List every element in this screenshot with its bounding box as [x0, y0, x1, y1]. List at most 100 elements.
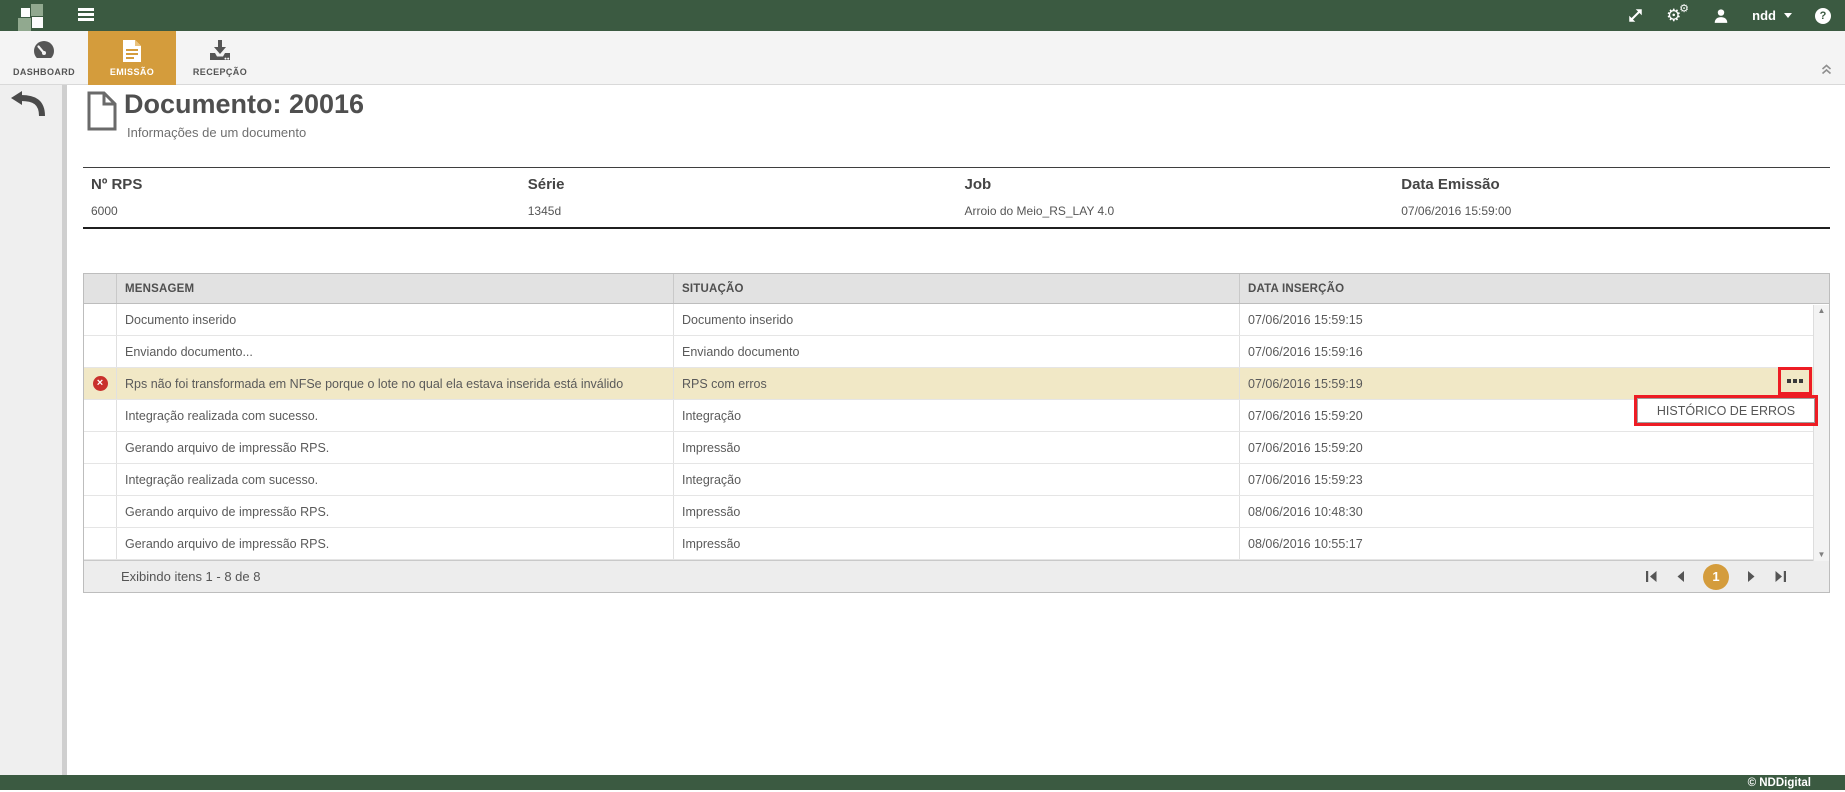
bottom-bar: © NDDigital [0, 775, 1845, 790]
next-page-icon[interactable] [1746, 570, 1757, 583]
page-document-icon [86, 91, 118, 136]
chevron-down-icon [1784, 13, 1792, 18]
row-situacao: Impressão [673, 528, 1239, 559]
settings-gears-icon[interactable]: ⚙⚙ [1666, 6, 1690, 26]
table-row[interactable]: Documento inserido Documento inserido 07… [84, 304, 1829, 336]
header-situacao[interactable]: SITUAÇÃO [673, 274, 1239, 303]
info-field-serie: Série 1345d [520, 176, 957, 218]
table-row[interactable]: Gerando arquivo de impressão RPS. Impres… [84, 432, 1829, 464]
error-history-tooltip[interactable]: HISTÓRICO DE ERROS [1637, 398, 1815, 423]
logo-square [32, 17, 43, 28]
back-button[interactable] [10, 90, 46, 123]
header-mensagem[interactable]: MENSAGEM [116, 274, 673, 303]
user-icon[interactable] [1713, 8, 1729, 24]
row-status-cell [84, 528, 116, 559]
copyright-label: © NDDigital [1748, 777, 1811, 789]
document-info-panel: Nº RPS 6000 Série 1345d Job Arroio do Me… [83, 167, 1830, 229]
row-status-cell [84, 432, 116, 463]
last-page-icon[interactable] [1774, 570, 1787, 583]
scroll-down-icon[interactable]: ▼ [1818, 551, 1826, 559]
items-summary: Exibindo itens 1 - 8 de 8 [84, 569, 260, 584]
tab-recepcao[interactable]: RECEPÇÃO [176, 31, 264, 85]
document-icon [122, 39, 142, 63]
row-mensagem: Integração realizada com sucesso. [116, 464, 673, 495]
tab-label: DASHBOARD [13, 67, 75, 77]
table-row[interactable]: Integração realizada com sucesso. Integr… [84, 464, 1829, 496]
info-label: Nº RPS [91, 176, 520, 193]
tab-label: EMISSÃO [110, 67, 154, 77]
dashboard-gauge-icon [31, 39, 57, 63]
info-field-rps: Nº RPS 6000 [83, 176, 520, 218]
logo-square [18, 18, 31, 31]
table-footer: Exibindo itens 1 - 8 de 8 1 [84, 560, 1829, 592]
app-logo[interactable] [17, 2, 49, 30]
back-arrow-icon [10, 90, 46, 120]
info-value: 1345d [528, 204, 957, 218]
info-label: Job [965, 176, 1394, 193]
row-data-insercao: 07/06/2016 15:59:15 [1239, 304, 1829, 335]
row-mensagem: Rps não foi transformada em NFSe porque … [116, 368, 673, 399]
user-menu-label: ndd [1752, 8, 1776, 23]
row-mensagem: Integração realizada com sucesso. [116, 400, 673, 431]
annotation-box-tooltip: HISTÓRICO DE ERROS [1634, 395, 1818, 426]
row-mensagem: Enviando documento... [116, 336, 673, 367]
topbar: ⚙⚙ ndd ? [0, 0, 1845, 31]
table-row[interactable]: Gerando arquivo de impressão RPS. Impres… [84, 496, 1829, 528]
scroll-up-icon[interactable]: ▲ [1818, 307, 1826, 315]
info-field-data-emissao: Data Emissão 07/06/2016 15:59:00 [1393, 176, 1830, 218]
logo-square [21, 8, 30, 17]
tab-emissao[interactable]: EMISSÃO [88, 31, 176, 85]
user-menu[interactable]: ndd [1752, 8, 1792, 23]
row-situacao: RPS com erros [673, 368, 1239, 399]
row-situacao: Enviando documento [673, 336, 1239, 367]
page-subtitle: Informações de um documento [127, 125, 306, 140]
row-status-cell [84, 464, 116, 495]
table-header: MENSAGEM SITUAÇÃO DATA INSERÇÃO [84, 274, 1829, 304]
logo-square [31, 4, 43, 16]
row-mensagem: Gerando arquivo de impressão RPS. [116, 496, 673, 527]
row-data-insercao: 07/06/2016 15:59:23 [1239, 464, 1829, 495]
row-actions-dots-button[interactable] [1787, 379, 1803, 383]
row-status-cell [84, 496, 116, 527]
toolbar: DASHBOARD EMISSÃO RECEPÇÃO [0, 31, 1845, 85]
row-situacao: Impressão [673, 432, 1239, 463]
info-value: 6000 [91, 204, 520, 218]
table-row[interactable]: Gerando arquivo de impressão RPS. Impres… [84, 528, 1829, 560]
table-row-error[interactable]: × Rps não foi transformada em NFSe porqu… [84, 368, 1829, 400]
left-sidebar [0, 85, 67, 775]
table-row[interactable]: Enviando documento... Enviando documento… [84, 336, 1829, 368]
download-tray-icon [208, 39, 232, 63]
pagination: 1 [1645, 564, 1787, 590]
row-status-cell [84, 304, 116, 335]
row-mensagem: Gerando arquivo de impressão RPS. [116, 528, 673, 559]
row-status-cell: × [84, 368, 116, 399]
row-data-insercao: 08/06/2016 10:55:17 [1239, 528, 1829, 559]
menu-toggle-icon[interactable] [78, 8, 96, 23]
collapse-toolbar-icon[interactable] [1820, 62, 1833, 80]
annotation-box-actions [1778, 367, 1812, 395]
row-status-cell [84, 336, 116, 367]
tab-dashboard[interactable]: DASHBOARD [0, 31, 88, 85]
info-value: 07/06/2016 15:59:00 [1401, 204, 1830, 218]
header-data-insercao[interactable]: DATA INSERÇÃO [1239, 274, 1829, 303]
header-status-col [84, 274, 116, 303]
first-page-icon[interactable] [1645, 570, 1658, 583]
prev-page-icon[interactable] [1675, 570, 1686, 583]
fullscreen-icon[interactable] [1628, 8, 1643, 23]
row-situacao: Integração [673, 400, 1239, 431]
row-data-insercao: 07/06/2016 15:59:20 [1239, 432, 1829, 463]
info-label: Data Emissão [1401, 176, 1830, 193]
tab-label: RECEPÇÃO [193, 67, 247, 77]
current-page-button[interactable]: 1 [1703, 564, 1729, 590]
info-label: Série [528, 176, 957, 193]
row-situacao: Impressão [673, 496, 1239, 527]
row-data-insercao: 07/06/2016 15:59:16 [1239, 336, 1829, 367]
row-mensagem: Gerando arquivo de impressão RPS. [116, 432, 673, 463]
table-scrollbar[interactable]: ▲ ▼ [1813, 305, 1829, 561]
error-icon: × [93, 376, 108, 391]
table-row[interactable]: Integração realizada com sucesso. Integr… [84, 400, 1829, 432]
help-icon[interactable]: ? [1815, 8, 1831, 24]
info-field-job: Job Arroio do Meio_RS_LAY 4.0 [957, 176, 1394, 218]
row-situacao: Documento inserido [673, 304, 1239, 335]
info-value: Arroio do Meio_RS_LAY 4.0 [965, 204, 1394, 218]
